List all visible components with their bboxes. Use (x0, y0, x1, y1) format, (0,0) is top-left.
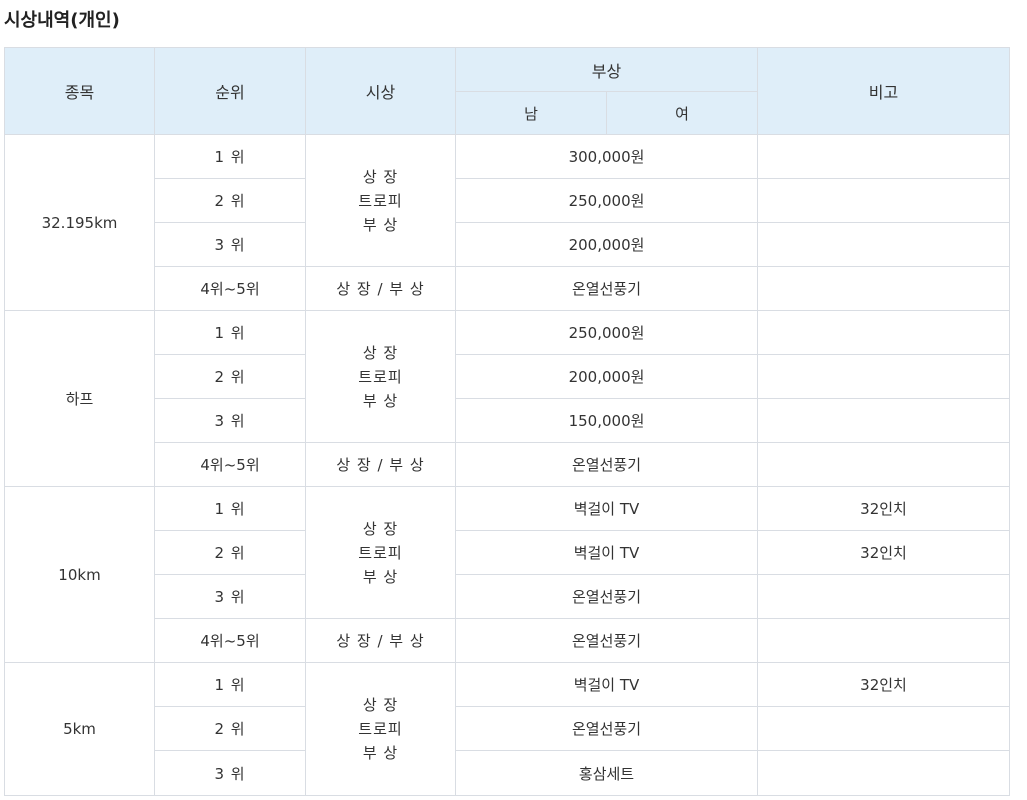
rank-cell: 1 위 (154, 662, 306, 707)
award-cell: 상 장 트로피 부 상 (305, 662, 456, 796)
rank-cell: 4위~5위 (154, 618, 306, 663)
note-cell (757, 442, 1011, 487)
rank-cell: 4위~5위 (154, 442, 306, 487)
award-line: 부 상 (362, 391, 399, 410)
header-prize: 부상 (454, 47, 759, 92)
award-line: 트로피 (358, 367, 403, 386)
note-cell: 32인치 (757, 530, 1011, 575)
award-cell: 상 장 / 부 상 (305, 618, 456, 663)
header-note: 비고 (757, 47, 1011, 135)
table-row: 4위~5위 상 장 / 부 상 온열선풍기 (5, 266, 1011, 311)
header-rank: 순위 (154, 47, 306, 135)
table-row: 32.195km 1 위 상 장 트로피 부 상 300,000원 (4, 134, 1011, 311)
award-line: 상 장 (362, 167, 399, 186)
award-line: 부 상 (362, 567, 399, 586)
prize-cell: 250,000원 (454, 178, 759, 223)
award-cell: 상 장 / 부 상 (305, 266, 456, 311)
prize-cell: 온열선풍기 (454, 442, 759, 487)
table-row: 4위~5위 상 장 / 부 상 온열선풍기 (5, 618, 1011, 663)
header-event: 종목 (4, 47, 155, 135)
header-award: 시상 (305, 47, 456, 135)
table-row: 3 위 홍삼세트 (5, 750, 1011, 796)
award-line: 트로피 (358, 543, 403, 562)
note-cell (757, 574, 1011, 619)
award-line: 부 상 (362, 215, 399, 234)
event-name: 10km (4, 486, 155, 663)
event-name: 32.195km (4, 134, 155, 311)
prize-cell: 온열선풍기 (454, 574, 759, 619)
table-row: 2 위 벽걸이 TV 32인치 (5, 530, 1011, 575)
table-body: 32.195km 1 위 상 장 트로피 부 상 300,000원 2 위 25… (4, 134, 1011, 796)
award-line: 상 장 (362, 696, 399, 714)
note-cell (757, 398, 1011, 443)
prize-cell: 250,000원 (454, 310, 759, 355)
award-cell: 상 장 트로피 부 상 (305, 310, 456, 443)
note-cell (757, 134, 1011, 179)
rank-cell: 3 위 (154, 750, 306, 796)
note-cell (757, 222, 1011, 267)
rank-cell: 1 위 (154, 486, 306, 531)
page-title: 시상내역(개인) (4, 10, 120, 31)
table-row: 4위~5위 상 장 / 부 상 온열선풍기 (5, 442, 1011, 487)
table-row: 3 위 온열선풍기 (5, 574, 1011, 619)
table-row: 2 위 200,000원 (5, 354, 1011, 399)
note-cell (757, 354, 1011, 399)
table-row: 3 위 150,000원 (5, 398, 1011, 443)
prize-cell: 온열선풍기 (454, 266, 759, 311)
table-row: 3 위 200,000원 (5, 222, 1011, 267)
rank-cell: 4위~5위 (154, 266, 306, 311)
table-row: 2 위 250,000원 (5, 178, 1011, 223)
award-cell: 상 장 트로피 부 상 (305, 486, 456, 619)
rank-cell: 2 위 (154, 706, 306, 751)
prize-cell: 홍삼세트 (454, 750, 759, 796)
rank-cell: 1 위 (154, 310, 306, 355)
table-header: 종목 순위 시상 부상 비고 남 여 (4, 47, 1011, 135)
note-cell: 32인치 (757, 662, 1011, 707)
rank-cell: 3 위 (154, 574, 306, 619)
note-cell (757, 266, 1011, 311)
rank-cell: 2 위 (154, 530, 306, 575)
prize-cell: 온열선풍기 (454, 706, 759, 751)
prize-cell: 온열선풍기 (454, 618, 759, 663)
event-name: 5km (4, 662, 155, 796)
prize-cell: 벽걸이 TV (454, 662, 759, 707)
award-line: 부 상 (362, 744, 399, 762)
rank-cell: 2 위 (154, 178, 306, 223)
award-line: 상 장 (362, 343, 399, 362)
note-cell (757, 706, 1011, 751)
header-female: 여 (605, 91, 759, 135)
note-cell (757, 310, 1011, 355)
prize-cell: 300,000원 (454, 134, 759, 179)
header-male: 남 (455, 91, 607, 135)
prize-cell: 150,000원 (454, 398, 759, 443)
note-cell (757, 750, 1011, 796)
note-cell (757, 618, 1011, 663)
prize-cell: 벽걸이 TV (454, 486, 759, 531)
award-line: 트로피 (358, 191, 403, 210)
rank-cell: 3 위 (154, 398, 306, 443)
award-cell: 상 장 트로피 부 상 (305, 134, 456, 267)
awards-table: 종목 순위 시상 부상 비고 남 여 32.195km 1 위 상 장 트로피 … (4, 47, 1011, 796)
table-row: 5km 1 위 상 장 트로피 부 상 벽걸이 TV 32인치 (4, 662, 1011, 796)
rank-cell: 3 위 (154, 222, 306, 267)
prize-cell: 200,000원 (454, 354, 759, 399)
note-cell: 32인치 (757, 486, 1011, 531)
table-row: 2 위 온열선풍기 (5, 706, 1011, 751)
rank-cell: 2 위 (154, 354, 306, 399)
note-cell (757, 178, 1011, 223)
table-row: 10km 1 위 상 장 트로피 부 상 벽걸이 TV 32인치 (4, 486, 1011, 663)
award-cell: 상 장 / 부 상 (305, 442, 456, 487)
prize-cell: 벽걸이 TV (454, 530, 759, 575)
table-row: 하프 1 위 상 장 트로피 부 상 250,000원 (4, 310, 1011, 487)
rank-cell: 1 위 (154, 134, 306, 179)
prize-cell: 200,000원 (454, 222, 759, 267)
award-line: 트로피 (358, 720, 403, 738)
event-name: 하프 (4, 310, 155, 487)
award-line: 상 장 (362, 519, 399, 538)
